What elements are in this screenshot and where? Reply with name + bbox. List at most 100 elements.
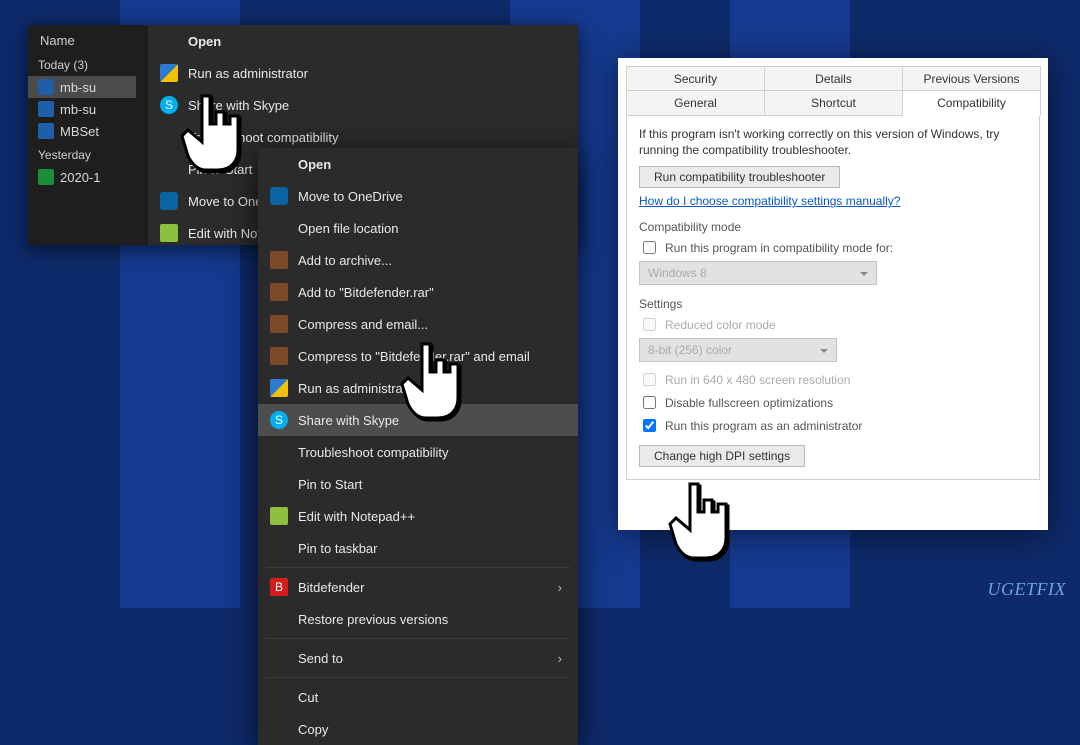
change-dpi-button[interactable]: Change high DPI settings xyxy=(639,445,805,467)
menu-add-archive[interactable]: Add to archive... xyxy=(258,244,578,276)
blank-icon xyxy=(270,610,288,628)
chevron-right-icon: › xyxy=(558,580,562,595)
group-settings: Settings Reduced color mode 8-bit (256) … xyxy=(639,297,1027,467)
menu-separator xyxy=(266,677,570,678)
file-list: Today (3) mb-su mb-su MBSet Yesterday 20… xyxy=(28,52,136,188)
checkbox-disable-fullscreen[interactable]: Disable fullscreen optimizations xyxy=(639,393,1027,412)
blank-icon xyxy=(160,160,178,178)
checkbox-input[interactable] xyxy=(643,318,656,331)
select-color-mode[interactable]: 8-bit (256) color xyxy=(639,338,837,362)
skype-icon: S xyxy=(160,96,178,114)
tab-details[interactable]: Details xyxy=(764,66,903,91)
file-name: MBSet xyxy=(60,124,99,139)
winrar-icon xyxy=(270,251,288,269)
menu-add-rar[interactable]: Add to "Bitdefender.rar" xyxy=(258,276,578,308)
file-name: 2020-1 xyxy=(60,170,100,185)
file-item[interactable]: MBSet xyxy=(28,120,136,142)
checkbox-input[interactable] xyxy=(643,241,656,254)
app-icon xyxy=(38,123,54,139)
blank-icon xyxy=(270,219,288,237)
tab-row-2: General Shortcut Compatibility xyxy=(626,90,1040,116)
tab-shortcut[interactable]: Shortcut xyxy=(764,90,903,116)
excel-icon xyxy=(38,169,54,185)
file-name: mb-su xyxy=(60,80,96,95)
menu-troubleshoot[interactable]: Troubleshoot compatibility xyxy=(258,436,578,468)
menu-move-onedrive[interactable]: Move to OneDrive xyxy=(258,180,578,212)
blank-icon xyxy=(270,720,288,738)
menu-run-admin[interactable]: Run as administrator xyxy=(148,57,578,89)
menu-open-location[interactable]: Open file location xyxy=(258,212,578,244)
checkbox-run-as-admin[interactable]: Run this program as an administrator xyxy=(639,416,1027,435)
blank-icon xyxy=(270,539,288,557)
menu-edit-notepad[interactable]: Edit with Notepad++ xyxy=(258,500,578,532)
how-choose-link[interactable]: How do I choose compatibility settings m… xyxy=(639,194,900,208)
app-icon xyxy=(38,79,54,95)
menu-pin-start[interactable]: Pin to Start xyxy=(258,468,578,500)
tab-compatibility[interactable]: Compatibility xyxy=(902,90,1041,116)
onedrive-icon xyxy=(160,192,178,210)
select-windows-version[interactable]: Windows 8 xyxy=(639,261,877,285)
file-name: mb-su xyxy=(60,102,96,117)
context-menu-2: Open Move to OneDrive Open file location… xyxy=(258,148,578,745)
tab-previous-versions[interactable]: Previous Versions xyxy=(902,66,1041,91)
checkbox-compat-mode[interactable]: Run this program in compatibility mode f… xyxy=(639,238,1027,257)
menu-copy[interactable]: Copy xyxy=(258,713,578,745)
checkbox-label: Reduced color mode xyxy=(665,318,776,332)
blank-icon xyxy=(270,443,288,461)
menu-open[interactable]: Open xyxy=(148,25,578,57)
group-compat-mode: Compatibility mode Run this program in c… xyxy=(639,220,1027,285)
blank-icon xyxy=(270,688,288,706)
tab-security[interactable]: Security xyxy=(626,66,765,91)
checkbox-label: Run this program in compatibility mode f… xyxy=(665,241,893,255)
watermark: UGETFIX xyxy=(988,579,1067,600)
menu-cut[interactable]: Cut xyxy=(258,681,578,713)
menu-separator xyxy=(266,567,570,568)
winrar-icon xyxy=(270,315,288,333)
file-item[interactable]: mb-su xyxy=(28,76,136,98)
checkbox-input[interactable] xyxy=(643,373,656,386)
menu-bitdefender[interactable]: BBitdefender› xyxy=(258,571,578,603)
file-item[interactable]: 2020-1 xyxy=(28,166,136,188)
winrar-icon xyxy=(270,347,288,365)
run-troubleshooter-button[interactable]: Run compatibility troubleshooter xyxy=(639,166,840,188)
menu-pin-taskbar[interactable]: Pin to taskbar xyxy=(258,532,578,564)
checkbox-label: Run in 640 x 480 screen resolution xyxy=(665,373,850,387)
skype-icon: S xyxy=(270,411,288,429)
blank-icon xyxy=(270,649,288,667)
checkbox-640x480[interactable]: Run in 640 x 480 screen resolution xyxy=(639,370,1027,389)
checkbox-label: Disable fullscreen optimizations xyxy=(665,396,833,410)
menu-run-admin[interactable]: Run as administrator xyxy=(258,372,578,404)
notepadpp-icon xyxy=(160,224,178,242)
checkbox-reduced-color[interactable]: Reduced color mode xyxy=(639,315,1027,334)
group-yesterday[interactable]: Yesterday xyxy=(28,142,136,166)
tab-body-compatibility: If this program isn't working correctly … xyxy=(626,115,1040,480)
chevron-right-icon: › xyxy=(558,651,562,666)
menu-share-skype[interactable]: SShare with Skype xyxy=(148,89,578,121)
menu-send-to[interactable]: Send to› xyxy=(258,642,578,674)
winrar-icon xyxy=(270,283,288,301)
group-title: Settings xyxy=(639,297,1027,311)
checkbox-input[interactable] xyxy=(643,419,656,432)
menu-compress-email[interactable]: Compress and email... xyxy=(258,308,578,340)
notepadpp-icon xyxy=(270,507,288,525)
blank-icon xyxy=(270,155,288,173)
group-title: Compatibility mode xyxy=(639,220,1027,234)
group-today[interactable]: Today (3) xyxy=(28,52,136,76)
bitdefender-icon: B xyxy=(270,578,288,596)
blank-icon xyxy=(160,128,178,146)
app-icon xyxy=(38,101,54,117)
menu-compress-email-named[interactable]: Compress to "Bitdefender.rar" and email xyxy=(258,340,578,372)
tab-general[interactable]: General xyxy=(626,90,765,116)
checkbox-input[interactable] xyxy=(643,396,656,409)
onedrive-icon xyxy=(270,187,288,205)
tab-row-1: Security Details Previous Versions xyxy=(626,66,1040,91)
menu-open[interactable]: Open xyxy=(258,148,578,180)
blank-icon xyxy=(160,32,178,50)
menu-share-skype[interactable]: SShare with Skype xyxy=(258,404,578,436)
shield-icon xyxy=(160,64,178,82)
checkbox-label: Run this program as an administrator xyxy=(665,419,862,433)
compat-hint-text: If this program isn't working correctly … xyxy=(639,126,1027,158)
shield-icon xyxy=(270,379,288,397)
file-item[interactable]: mb-su xyxy=(28,98,136,120)
menu-separator xyxy=(266,638,570,639)
